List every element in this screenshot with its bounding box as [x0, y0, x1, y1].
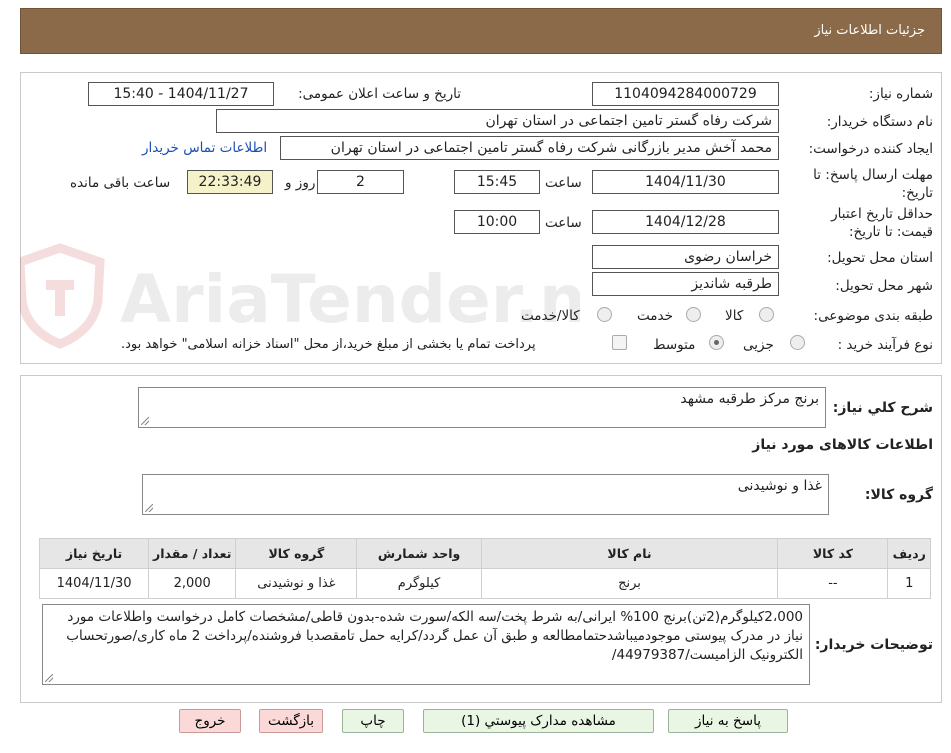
announce-label: تاریخ و ساعت اعلان عمومی:: [298, 86, 461, 102]
days-field: 2: [317, 170, 404, 194]
exit-button[interactable]: خروج: [179, 709, 241, 733]
item-code-cell: --: [777, 568, 889, 599]
reply-time-field: 15:45: [454, 170, 540, 194]
row-number-cell: 1: [887, 568, 931, 599]
resize-grip-icon[interactable]: [45, 674, 53, 682]
view-attachments-button[interactable]: مشاهده مدارک پیوستي (1): [423, 709, 654, 733]
resize-grip-icon[interactable]: [141, 417, 149, 425]
items-table: ردیف کد کالا نام کالا واحد شمارش گروه کا…: [38, 538, 931, 599]
notes-textarea[interactable]: 2،000کیلوگرم(2تن)برنج 100% ایرانی/به شرط…: [42, 604, 810, 685]
unit-cell: کیلوگرم: [356, 568, 482, 599]
city-field: طرقبه شاندیز: [592, 272, 779, 296]
page-title: جزئیات اطلاعات نیاز: [814, 23, 925, 38]
page-header: جزئیات اطلاعات نیاز: [20, 8, 942, 54]
validity-time-label: ساعت: [545, 215, 582, 231]
column-header: ردیف: [887, 538, 931, 569]
svg-text:AriaTender.neT: AriaTender.neT: [120, 261, 580, 338]
province-label: استان محل تحویل:: [827, 250, 933, 266]
items-section-title: اطلاعات کالاهای مورد نیاز: [752, 437, 933, 453]
need-date-cell: 1404/11/30: [38, 568, 150, 599]
buyer-field: شرکت رفاه گستر تامین اجتماعی در استان ته…: [216, 109, 779, 133]
resize-grip-icon[interactable]: [145, 504, 153, 512]
buyer-contact-link[interactable]: اطلاعات تماس خریدار: [142, 140, 267, 156]
item-name-cell: برنج: [480, 568, 779, 599]
group-text: غذا و نوشیدنی: [737, 478, 822, 494]
remaining-label: ساعت باقی مانده: [70, 175, 171, 191]
category-option-goods: کالا: [725, 308, 744, 324]
category-option-service: خدمت: [637, 308, 673, 324]
print-button[interactable]: چاپ: [342, 709, 404, 733]
quantity-cell: 2,000: [148, 568, 237, 599]
validity-date-field: 1404/12/28: [592, 210, 779, 234]
table-row: 1 -- برنج کیلوگرم غذا و نوشیدنی 2,000 14…: [38, 568, 931, 599]
process-option-medium: متوسط: [653, 337, 696, 353]
validity-time-field: 10:00: [454, 210, 540, 234]
treasury-checkbox[interactable]: [612, 335, 627, 350]
table-header-row: ردیف کد کالا نام کالا واحد شمارش گروه کا…: [38, 538, 931, 569]
category-label: طبقه بندی موضوعی:: [813, 308, 933, 324]
summary-text: برنج مرکز طرقبه مشهد: [680, 391, 819, 407]
notes-text: 2،000کیلوگرم(2تن)برنج 100% ایرانی/به شرط…: [66, 609, 803, 663]
category-radio-goods-service[interactable]: [597, 307, 612, 322]
treasury-note: پرداخت تمام یا بخشی از مبلغ خرید،از محل …: [121, 337, 536, 352]
column-header: گروه کالا: [235, 538, 358, 569]
remaining-time-field: 22:33:49: [187, 170, 273, 194]
reply-deadline-label: مهلت ارسال پاسخ: تا تاریخ:: [813, 167, 933, 201]
watermark-logo: AriaTender.neT: [20, 243, 580, 349]
validity-label: حداقل تاریخ اعتبار قیمت: تا تاریخ:: [831, 206, 933, 240]
column-header: تعداد / مقدار: [148, 538, 237, 569]
column-header: واحد شمارش: [356, 538, 482, 569]
reply-button[interactable]: پاسخ به نیاز: [668, 709, 788, 733]
reply-date-field: 1404/11/30: [592, 170, 779, 194]
need-number-field: 1104094284000729: [592, 82, 779, 106]
creator-field: محمد آخش مدیر بازرگانی شرکت رفاه گستر تا…: [280, 136, 779, 160]
column-header: نام کالا: [480, 538, 779, 569]
process-option-minor: جزیی: [743, 337, 774, 353]
category-radio-service[interactable]: [686, 307, 701, 322]
group-textarea[interactable]: غذا و نوشیدنی: [142, 474, 829, 515]
back-button[interactable]: بازگشت: [259, 709, 323, 733]
process-radio-medium[interactable]: [709, 335, 724, 350]
process-label: نوع فرآیند خرید :: [837, 337, 933, 353]
buyer-label: نام دستگاه خریدار:: [826, 114, 933, 130]
reply-time-label: ساعت: [545, 175, 582, 191]
province-field: خراسان رضوی: [592, 245, 779, 269]
summary-textarea[interactable]: برنج مرکز طرقبه مشهد: [138, 387, 826, 428]
group-cell: غذا و نوشیدنی: [235, 568, 358, 599]
notes-label: توضیحات خریدار:: [814, 637, 933, 653]
days-label: روز و: [285, 175, 316, 191]
creator-label: ایجاد کننده درخواست:: [808, 141, 933, 157]
shield-icon: [20, 243, 105, 349]
group-label: گروه کالا:: [864, 487, 933, 503]
column-header: تاریخ نیاز: [38, 538, 150, 569]
process-radio-minor[interactable]: [790, 335, 805, 350]
need-number-label: شماره نیاز:: [868, 86, 933, 102]
summary-label: شرح کلي نياز:: [832, 400, 933, 416]
category-radio-goods[interactable]: [759, 307, 774, 322]
column-header: کد کالا: [777, 538, 889, 569]
category-option-goods-service: کالا/خدمت: [521, 308, 580, 324]
announce-field: 1404/11/27 - 15:40: [88, 82, 274, 106]
city-label: شهر محل تحویل:: [835, 278, 933, 294]
